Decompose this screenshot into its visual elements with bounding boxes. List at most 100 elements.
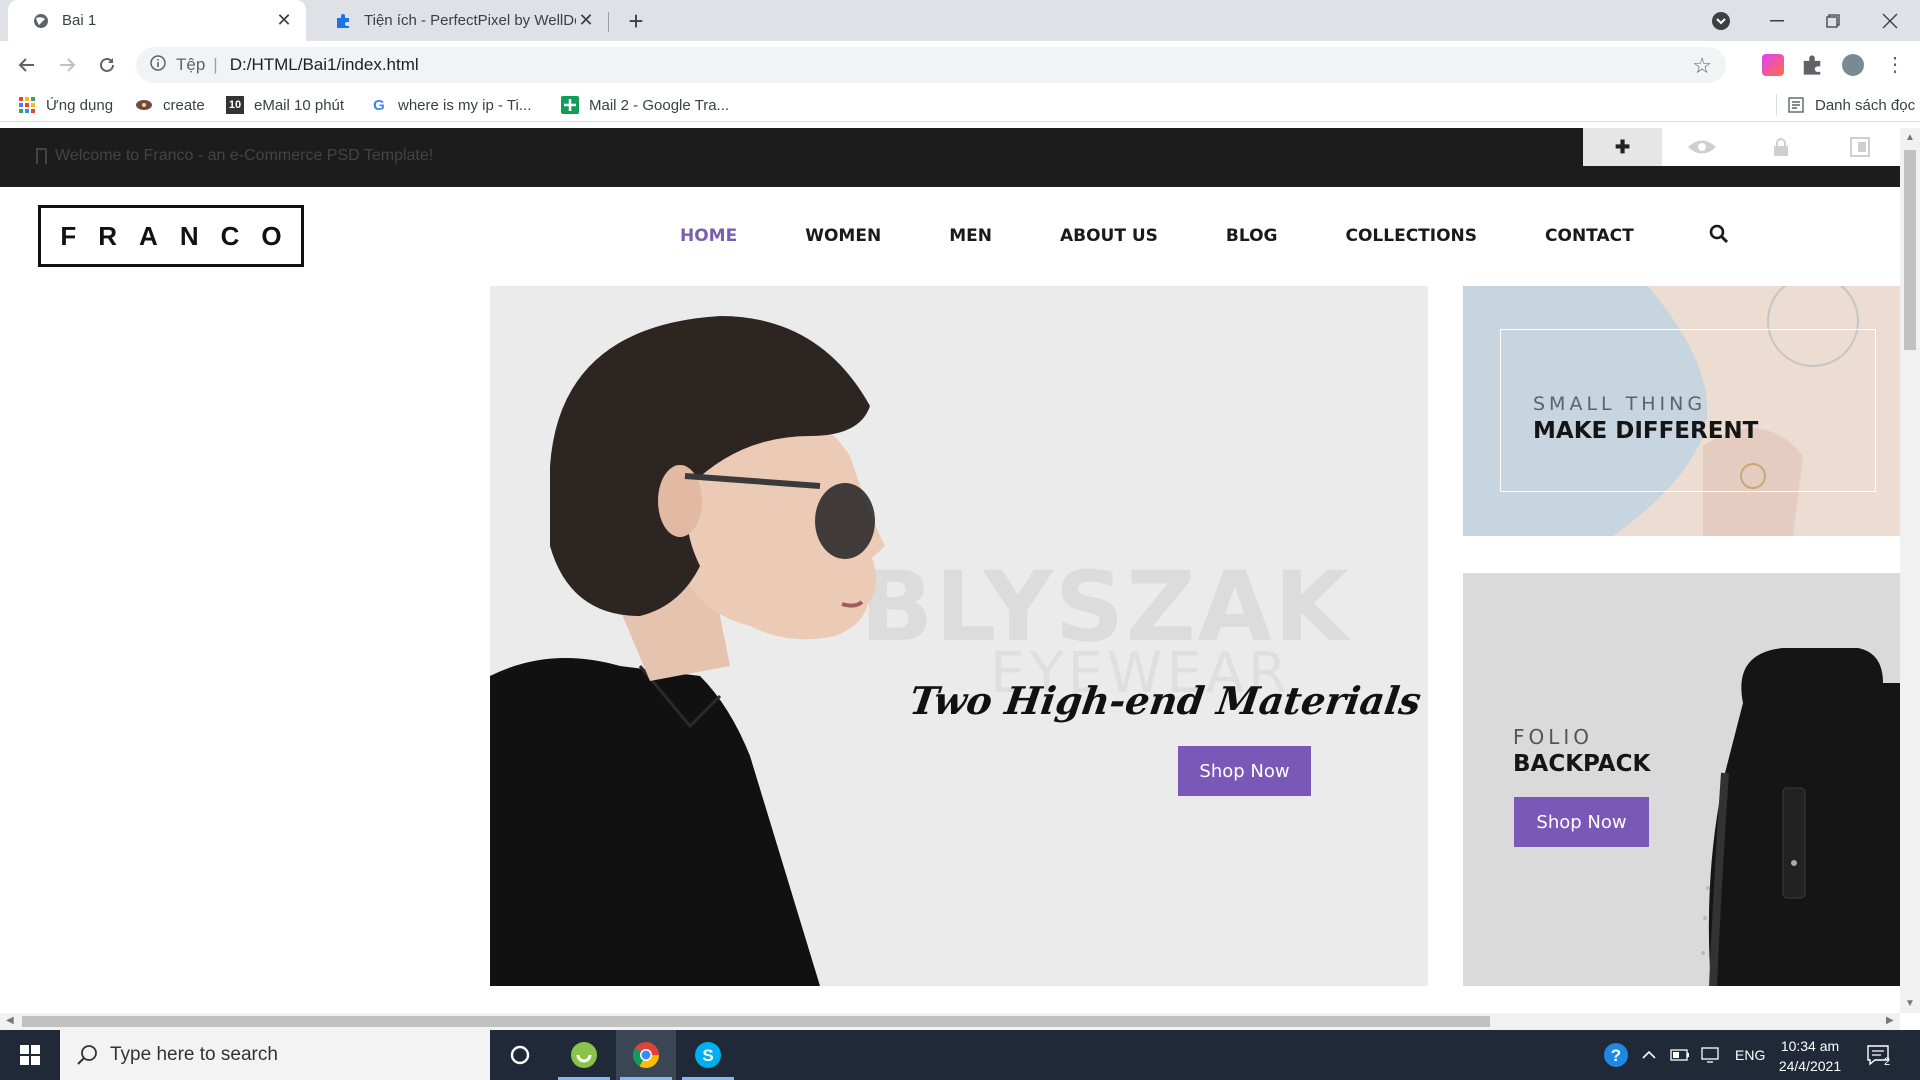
nav-men[interactable]: MEN xyxy=(949,226,992,246)
app-green-icon[interactable] xyxy=(554,1030,614,1080)
promo2-shop-now-button[interactable]: Shop Now xyxy=(1514,797,1649,847)
clock-time: 10:34 am xyxy=(1780,1038,1840,1054)
taskbar-search-input[interactable]: Type here to search xyxy=(60,1030,490,1080)
plus-icon[interactable]: ✚ xyxy=(1583,128,1662,166)
system-clock[interactable]: 10:34 am 24/4/2021 xyxy=(1760,1036,1860,1076)
nav-women[interactable]: WOMEN xyxy=(805,226,881,246)
puzzle-icon xyxy=(334,12,352,30)
bookmark-mail2[interactable]: Mail 2 - Google Tra... xyxy=(561,94,729,116)
nav-about-us[interactable]: ABOUT US xyxy=(1060,226,1158,246)
hero-banner: BLYSZAK EYEWEAR Two High-end Materials S… xyxy=(490,286,1428,986)
bookmark-star-icon[interactable]: ☆ xyxy=(1692,53,1712,79)
webpage: Welcome to Franco - an e-Commerce PSD Te… xyxy=(0,128,1900,1013)
windows-taskbar: Type here to search S ? ENG 10:34 am 24/… xyxy=(0,1030,1920,1080)
new-tab-button[interactable]: + xyxy=(622,6,650,36)
close-window-icon[interactable] xyxy=(1862,0,1918,41)
sheets-icon xyxy=(561,96,579,114)
reading-list-button[interactable]: Danh sách đọc xyxy=(1776,94,1915,116)
welcome-text: Welcome to Franco - an e-Commerce PSD Te… xyxy=(55,147,434,164)
windows-start-icon[interactable] xyxy=(0,1030,60,1080)
model-portrait-image xyxy=(490,316,885,986)
perfectpixel-toolbar: ✚ xyxy=(1583,128,1900,166)
bookmark-icon xyxy=(36,148,47,164)
create-icon xyxy=(135,96,153,114)
help-icon[interactable]: ? xyxy=(1603,1030,1629,1080)
svg-text:S: S xyxy=(702,1046,713,1065)
network-icon[interactable] xyxy=(1701,1030,1721,1080)
scroll-left-icon[interactable]: ◀ xyxy=(6,1015,14,1026)
welcome-message: Welcome to Franco - an e-Commerce PSD Te… xyxy=(36,147,433,165)
address-divider: | xyxy=(213,55,218,74)
restore-icon[interactable] xyxy=(1805,0,1861,41)
bookmark-label: create xyxy=(163,96,205,114)
bookmark-create[interactable]: create xyxy=(135,94,205,116)
bookmark-label: Mail 2 - Google Tra... xyxy=(589,96,730,114)
overlay-icon[interactable] xyxy=(1820,128,1899,166)
bookmark-label: eMail 10 phút xyxy=(254,96,345,114)
search-icon xyxy=(76,1044,98,1072)
backpack-image xyxy=(1701,648,1900,986)
extensions-puzzle-icon[interactable] xyxy=(1801,54,1823,76)
bookmark-label: Ứng dụng xyxy=(46,96,114,114)
horizontal-scroll-thumb[interactable] xyxy=(22,1016,1490,1027)
clock-date: 24/4/2021 xyxy=(1778,1058,1842,1074)
promo-small-thing[interactable]: SMALL THING MAKE DIFFERENT xyxy=(1463,286,1900,536)
site-logo[interactable]: FRANCO xyxy=(38,205,304,267)
tab-title: Tiện ích - PerfectPixel by WellDor xyxy=(364,12,576,29)
close-tab-icon[interactable]: ✕ xyxy=(274,10,294,31)
bookmark-apps[interactable]: Ứng dụng xyxy=(18,94,113,116)
close-tab-icon[interactable]: ✕ xyxy=(576,10,596,31)
main-nav: HOME WOMEN MEN ABOUT US BLOG COLLECTIONS… xyxy=(680,223,1702,249)
skype-icon[interactable]: S xyxy=(678,1030,738,1080)
lock-icon[interactable] xyxy=(1741,128,1820,166)
forward-icon[interactable] xyxy=(51,49,83,81)
scroll-right-icon[interactable]: ▶ xyxy=(1886,1015,1894,1026)
bookmarks-bar: Ứng dụng create 10 eMail 10 phút G where… xyxy=(0,88,1920,122)
promo2-title: BACKPACK xyxy=(1513,751,1651,777)
hero-shop-now-button[interactable]: Shop Now xyxy=(1178,746,1311,796)
reading-list-label: Danh sách đọc xyxy=(1815,96,1916,114)
extension-gradient-icon[interactable] xyxy=(1762,54,1784,76)
bookmark-whereismyip[interactable]: G where is my ip - Ti... xyxy=(370,94,531,116)
hero-title: Two High-end Materials xyxy=(906,678,1424,723)
profile-avatar[interactable] xyxy=(1842,54,1864,76)
tab-separator xyxy=(608,12,609,32)
tray-chevron-icon[interactable] xyxy=(1642,1030,1656,1080)
promo2-subtitle: FOLIO xyxy=(1513,725,1594,749)
globe-icon xyxy=(32,12,50,30)
apps-grid-icon xyxy=(18,96,36,114)
menu-dots-icon[interactable]: ⋮ xyxy=(1885,54,1905,76)
bookmark-label: where is my ip - Ti... xyxy=(398,96,532,114)
nav-blog[interactable]: BLOG xyxy=(1226,226,1278,246)
nav-home[interactable]: HOME xyxy=(680,226,737,246)
search-icon[interactable] xyxy=(1709,224,1731,246)
tab-search-icon[interactable] xyxy=(1693,0,1749,41)
google-icon: G xyxy=(373,96,385,114)
scroll-up-icon[interactable]: ▲ xyxy=(1905,132,1915,143)
svg-text:?: ? xyxy=(1611,1046,1621,1065)
address-bar[interactable]: Tệp | D:/HTML/Bai1/index.html ☆ xyxy=(136,47,1726,83)
address-scheme: Tệp xyxy=(176,55,206,74)
reload-icon[interactable] xyxy=(91,49,123,81)
notifications-icon[interactable]: 2 xyxy=(1866,1030,1896,1080)
vertical-scrollbar[interactable]: ▲ ▼ xyxy=(1900,128,1920,1013)
promo1-title: MAKE DIFFERENT xyxy=(1533,418,1759,444)
scroll-down-icon[interactable]: ▼ xyxy=(1905,998,1915,1009)
back-icon[interactable] xyxy=(11,49,43,81)
battery-icon[interactable] xyxy=(1670,1030,1690,1080)
tab-bai-1[interactable]: Bai 1 ✕ xyxy=(8,0,306,41)
cortana-icon[interactable] xyxy=(490,1030,550,1080)
browser-toolbar: Tệp | D:/HTML/Bai1/index.html ☆ ⋮ xyxy=(0,41,1920,88)
vertical-scroll-thumb[interactable] xyxy=(1904,150,1916,350)
tab-perfectpixel[interactable]: Tiện ích - PerfectPixel by WellDor ✕ xyxy=(310,0,608,41)
info-icon[interactable] xyxy=(150,54,166,76)
promo1-subtitle: SMALL THING xyxy=(1533,393,1707,415)
nav-collections[interactable]: COLLECTIONS xyxy=(1345,226,1477,246)
minimize-icon[interactable] xyxy=(1749,0,1805,41)
chrome-icon[interactable] xyxy=(616,1030,676,1080)
eye-icon[interactable] xyxy=(1662,128,1741,166)
nav-contact[interactable]: CONTACT xyxy=(1545,226,1634,246)
horizontal-scrollbar[interactable]: ◀ ▶ xyxy=(0,1013,1900,1030)
bookmark-email10[interactable]: 10 eMail 10 phút xyxy=(226,94,344,116)
promo-backpack[interactable]: FOLIO BACKPACK Shop Now xyxy=(1463,573,1900,986)
